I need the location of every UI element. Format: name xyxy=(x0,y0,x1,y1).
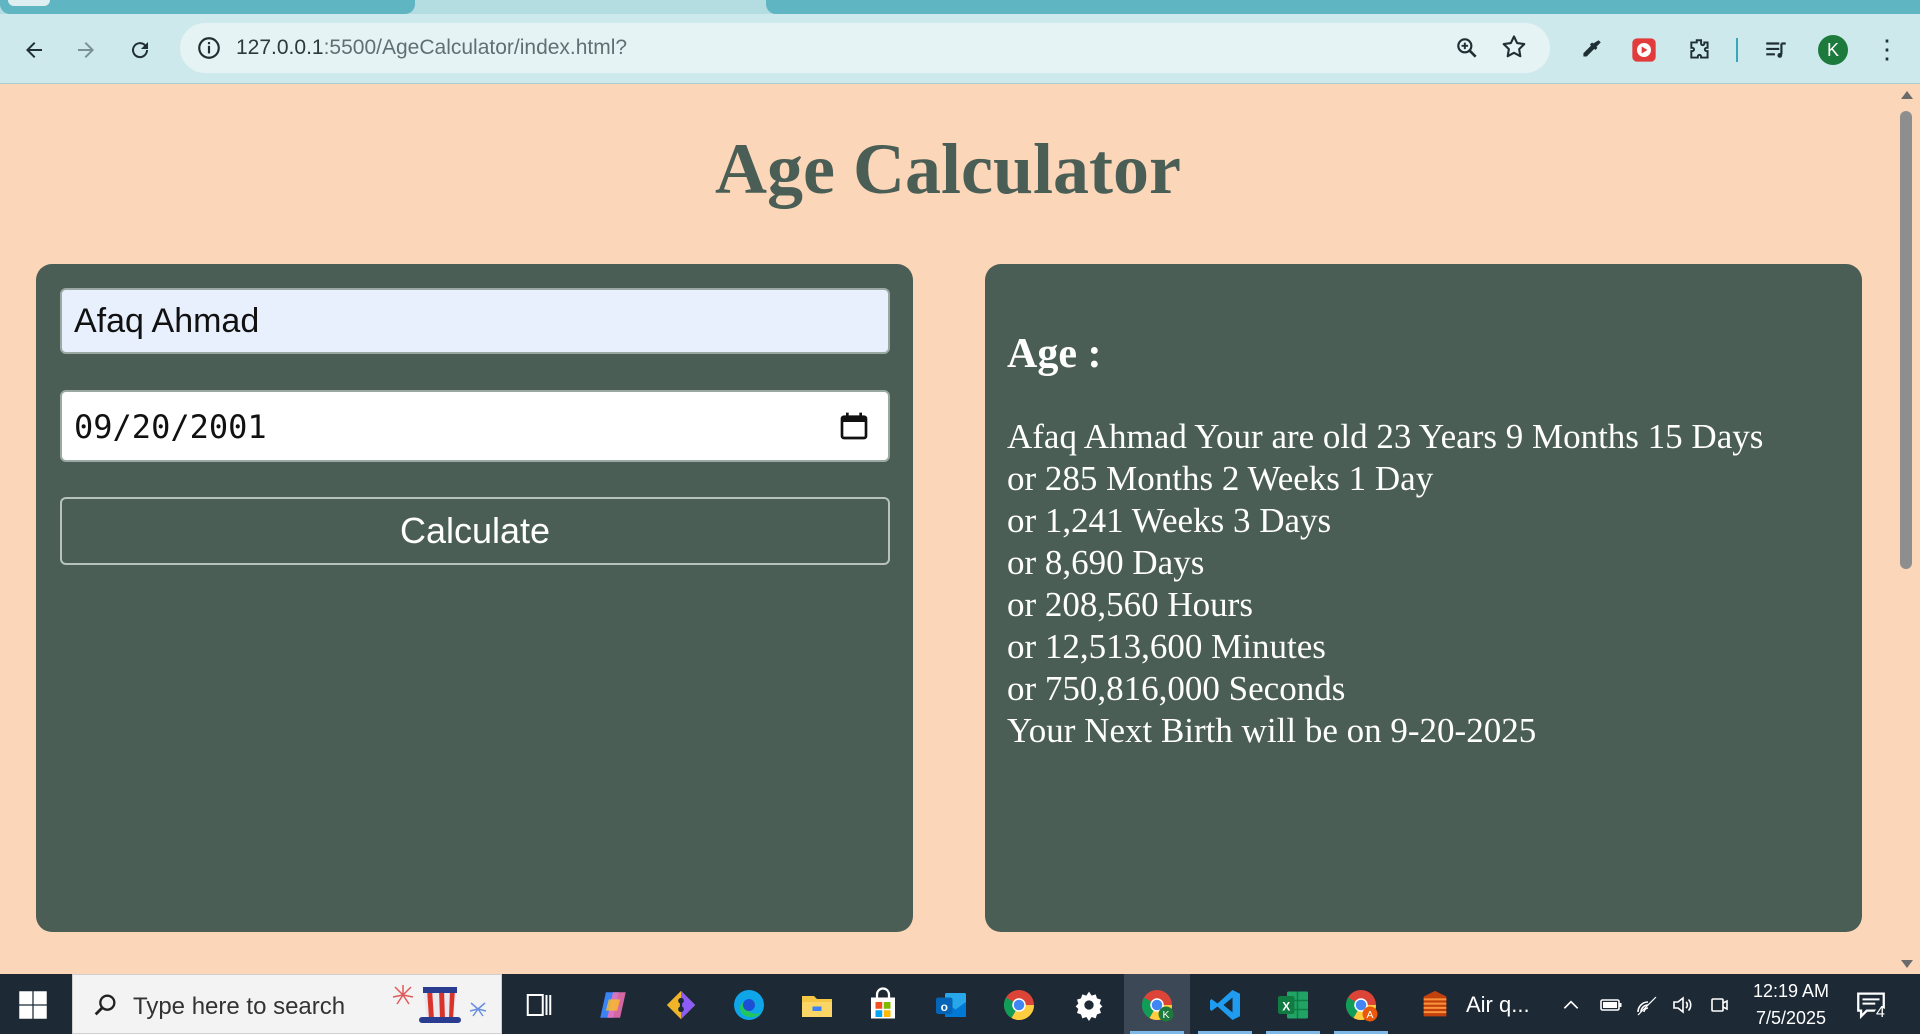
scroll-down-arrow-icon[interactable] xyxy=(1901,960,1913,968)
reload-icon xyxy=(132,42,149,59)
page-scrollbar[interactable] xyxy=(1896,85,1920,974)
input-panel: 09/20/2001 Calculate xyxy=(36,264,913,932)
tab-next[interactable] xyxy=(766,0,1920,14)
system-clock[interactable]: 12:19 AM 7/5/2025 xyxy=(1746,978,1836,1032)
microsoft-store-icon[interactable] xyxy=(864,986,902,1024)
birthdate-input[interactable]: 09/20/2001 xyxy=(60,390,890,462)
result-line: or 12,513,600 Minutes xyxy=(1007,627,1326,666)
address-bar[interactable]: 127.0.0.1:5500/AgeCalculator/index.html? xyxy=(180,23,1550,73)
windows-start-icon[interactable] xyxy=(18,990,48,1020)
git-icon[interactable] xyxy=(662,986,700,1024)
svg-text:A: A xyxy=(1366,1009,1373,1021)
file-explorer-icon[interactable] xyxy=(798,986,836,1024)
forward-button[interactable] xyxy=(68,32,104,68)
battery-icon[interactable] xyxy=(1596,986,1626,1024)
result-line: or 750,816,000 Seconds xyxy=(1007,669,1346,708)
search-placeholder: Type here to search xyxy=(133,993,346,1020)
wifi-icon[interactable] xyxy=(1632,986,1662,1024)
bookmark-star-icon[interactable] xyxy=(1500,33,1528,61)
scroll-up-arrow-icon[interactable] xyxy=(1901,91,1913,99)
birthdate-value[interactable]: 09/20/2001 xyxy=(74,408,267,446)
clock-date: 7/5/2025 xyxy=(1755,1008,1827,1028)
extensions-puzzle-icon[interactable] xyxy=(1686,36,1714,64)
forward-arrow-icon xyxy=(78,42,94,58)
url-text[interactable]: 127.0.0.1:5500/AgeCalculator/index.html? xyxy=(236,36,627,60)
vscode-icon[interactable] xyxy=(1206,986,1244,1024)
chrome-profile-k-icon[interactable]: K xyxy=(1138,986,1176,1024)
notifications-icon[interactable]: 4 xyxy=(1852,986,1890,1024)
result-panel: Age : Afaq Ahmad Your are old 23 Years 9… xyxy=(985,264,1862,932)
result-line: Afaq Ahmad Your are old 23 Years 9 Month… xyxy=(1007,417,1764,456)
tray-overflow-chevron-icon[interactable] xyxy=(1556,986,1586,1024)
browser-menu-kebab-icon[interactable]: ⋮ xyxy=(1874,34,1900,66)
volume-icon[interactable] xyxy=(1668,986,1698,1024)
site-info-icon[interactable] xyxy=(196,35,222,61)
back-button[interactable] xyxy=(16,32,52,68)
eyedropper-extension-icon[interactable] xyxy=(1577,36,1605,64)
scrollbar-thumb[interactable] xyxy=(1900,111,1912,569)
tab-previous[interactable] xyxy=(0,0,415,14)
search-icon xyxy=(94,994,116,1016)
age-result: Afaq Ahmad Your are old 23 Years 9 Month… xyxy=(1007,416,1763,752)
result-line: or 285 Months 2 Weeks 1 Day xyxy=(1007,459,1434,498)
taskbar-search-box[interactable]: Type here to search xyxy=(72,974,502,1034)
outlook-icon[interactable]: o xyxy=(932,986,970,1024)
chrome-profile-a-icon[interactable]: A xyxy=(1342,986,1380,1024)
meet-now-icon[interactable] xyxy=(1704,986,1734,1024)
record-extension-icon[interactable] xyxy=(1630,36,1658,64)
zoom-icon[interactable] xyxy=(1454,35,1480,61)
media-controls-icon[interactable] xyxy=(1762,36,1790,64)
copilot-icon[interactable] xyxy=(594,986,632,1024)
profile-avatar[interactable]: K xyxy=(1818,35,1848,65)
clock-time: 12:19 AM xyxy=(1752,981,1830,1001)
tab-strip xyxy=(0,0,1920,14)
edge-icon[interactable] xyxy=(730,986,768,1024)
browser-toolbar: 127.0.0.1:5500/AgeCalculator/index.html?… xyxy=(0,14,1920,84)
weather-label[interactable]: Air q... xyxy=(1466,992,1530,1018)
calculate-button[interactable]: Calculate xyxy=(60,497,890,565)
svg-text:o: o xyxy=(941,1000,948,1014)
weather-icon[interactable] xyxy=(1416,986,1454,1024)
result-line: or 1,241 Weeks 3 Days xyxy=(1007,501,1332,540)
svg-text:X: X xyxy=(1282,999,1290,1013)
excel-icon[interactable]: X xyxy=(1274,986,1312,1024)
result-line: or 8,690 Days xyxy=(1007,543,1205,582)
page-title: Age Calculator xyxy=(715,129,1181,209)
windows-taskbar: Type here to search o K X A Air q... 12:… xyxy=(0,974,1920,1034)
reload-button[interactable] xyxy=(122,32,158,68)
name-input[interactable] xyxy=(60,288,890,354)
result-line: or 208,560 Hours xyxy=(1007,585,1253,624)
svg-text:K: K xyxy=(1162,1009,1169,1021)
holiday-hat-icon xyxy=(392,985,487,1023)
toolbar-divider xyxy=(1736,38,1738,62)
calendar-icon[interactable] xyxy=(838,408,870,444)
settings-gear-icon[interactable] xyxy=(1070,986,1108,1024)
age-heading: Age : xyxy=(1007,331,1102,377)
back-arrow-icon xyxy=(26,42,42,58)
task-view-icon[interactable] xyxy=(520,986,558,1024)
chrome-icon[interactable] xyxy=(1000,986,1038,1024)
notification-count: 4 xyxy=(1876,1004,1885,1021)
result-line: Your Next Birth will be on 9-20-2025 xyxy=(1007,711,1537,750)
